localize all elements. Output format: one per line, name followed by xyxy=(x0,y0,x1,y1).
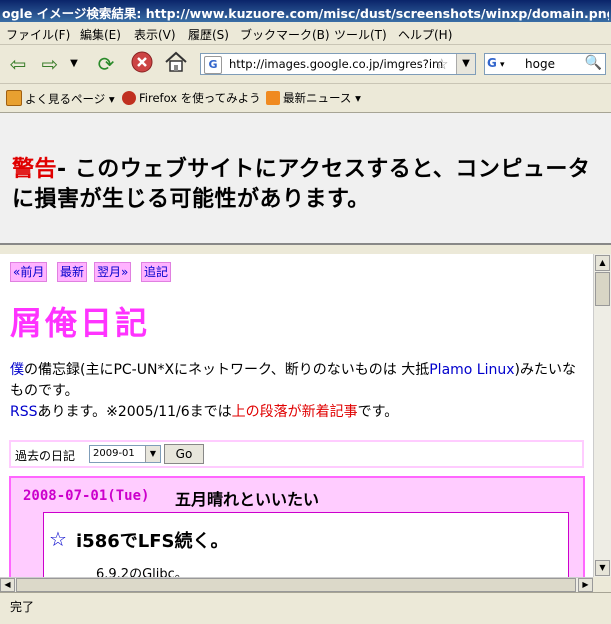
search-input[interactable]: hoge xyxy=(525,57,555,71)
warning-label: 警告 xyxy=(12,157,58,182)
scrollbar-corner xyxy=(593,577,611,592)
menu-help[interactable]: ヘルプ(H) xyxy=(398,26,452,43)
back-button[interactable]: ⇦ xyxy=(4,51,32,77)
vertical-scrollbar[interactable]: ▲ ▼ xyxy=(593,254,611,577)
menu-bar: ファイル(F) 編集(E) 表示(V) 履歴(S) ブックマーク(B) ツール(… xyxy=(0,22,611,45)
menu-edit[interactable]: 編集(E) xyxy=(80,26,121,43)
blog-description: 僕の備忘録(主にPC-UN*Xにネットワーク、断りのないものは 大抵Plamo … xyxy=(10,362,576,420)
site-favicon-icon: G xyxy=(204,56,222,74)
plamo-linux-link[interactable]: Plamo Linux xyxy=(429,362,514,378)
search-engine-icon[interactable]: G ▾ xyxy=(487,56,517,72)
next-month-link[interactable]: 翌月» xyxy=(94,262,132,282)
archive-month-select[interactable]: 2009-01 ▼ xyxy=(89,445,161,463)
warning-banner: 警告- このウェブサイトにアクセスすると、コンピュータに損害が生じる可能性があり… xyxy=(0,113,611,245)
url-text[interactable]: http://images.google.co.jp/imgres?im xyxy=(229,57,449,71)
menu-file[interactable]: ファイル(F) xyxy=(6,26,70,43)
url-dropdown-button[interactable]: ▼ xyxy=(456,54,475,74)
home-button[interactable] xyxy=(162,51,190,77)
entry-date[interactable]: 2008-07-01(Tue) xyxy=(23,488,149,504)
search-box[interactable]: G ▾ hoge 🔍 xyxy=(484,53,606,75)
forward-button[interactable]: ⇨ xyxy=(36,51,64,77)
scroll-up-button[interactable]: ▲ xyxy=(595,255,610,271)
home-icon xyxy=(165,51,187,72)
bookmark-getting-started[interactable]: Firefox を使ってみよう xyxy=(122,90,261,106)
blog-title: 屑俺日記 xyxy=(10,304,151,342)
horizontal-scrollbar[interactable]: ◀ ▶ xyxy=(0,577,593,592)
stop-icon xyxy=(131,51,153,73)
reload-button[interactable]: ⟳ xyxy=(92,51,120,77)
horizontal-scroll-thumb[interactable] xyxy=(16,578,576,592)
scroll-down-button[interactable]: ▼ xyxy=(595,560,610,576)
section-title: i586でLFS続く。 xyxy=(76,531,229,552)
vertical-scroll-thumb[interactable] xyxy=(595,272,610,306)
scroll-right-button[interactable]: ▶ xyxy=(578,578,593,592)
prev-month-link[interactable]: «前月 xyxy=(10,262,48,282)
folder-icon xyxy=(6,90,22,106)
stop-button[interactable] xyxy=(128,51,156,77)
url-bar[interactable]: G http://images.google.co.jp/imgres?im ☆… xyxy=(200,53,476,75)
archive-selector: 過去の日記 2009-01 ▼ Go xyxy=(9,440,584,468)
chevron-down-icon: ▼ xyxy=(145,446,160,462)
scroll-left-button[interactable]: ◀ xyxy=(0,578,15,592)
append-link[interactable]: 追記 xyxy=(141,262,172,282)
new-articles-note: 上の段落が新着記事 xyxy=(231,404,358,420)
bookmarks-toolbar: よく見るページ ▾ Firefox を使ってみよう 最新ニュース ▾ xyxy=(0,84,611,113)
bookmark-most-visited[interactable]: よく見るページ ▾ xyxy=(6,90,115,107)
warning-text: - このウェブサイトにアクセスすると、コンピュータに損害が生じる可能性があります… xyxy=(12,157,591,212)
status-bar: 完了 xyxy=(0,592,611,624)
status-text: 完了 xyxy=(10,600,35,614)
menu-view[interactable]: 表示(V) xyxy=(134,26,176,43)
bookmark-latest-news[interactable]: 最新ニュース ▾ xyxy=(266,90,361,106)
diary-entry: 2008-07-01(Tue) 五月晴れといいたい ☆ i586でLFS続く。 … xyxy=(9,476,585,577)
bookmark-star-icon[interactable]: ☆ xyxy=(435,55,448,73)
menu-tools[interactable]: ツール(T) xyxy=(334,26,387,43)
section-text: 6.9.2のGlibc。 xyxy=(96,567,188,577)
page-content: «前月 最新 翌月» 追記 屑俺日記 僕の備忘録(主にPC-UN*Xにネットワー… xyxy=(0,254,593,577)
menu-bookmarks[interactable]: ブックマーク(B) xyxy=(240,26,330,43)
latest-link[interactable]: 最新 xyxy=(57,262,88,282)
section-star-icon[interactable]: ☆ xyxy=(49,527,67,551)
history-dropdown-button[interactable]: ▼ xyxy=(66,51,82,77)
menu-history[interactable]: 履歴(S) xyxy=(188,26,229,43)
archive-label: 過去の日記 xyxy=(15,449,76,463)
rss-link[interactable]: RSS xyxy=(10,404,38,420)
rss-icon xyxy=(266,91,280,105)
firefox-icon xyxy=(122,91,136,105)
window-title: ogle イメージ検索結果: http://www.kuzuore.com/mi… xyxy=(2,6,609,21)
entry-section: ☆ i586でLFS続く。 6.9.2のGlibc。 xyxy=(43,512,569,577)
navigation-toolbar: ⇦ ⇨ ▼ ⟳ G http://images.google.co.jp/img… xyxy=(0,45,611,84)
boku-link[interactable]: 僕 xyxy=(10,362,24,378)
warning-message: 警告- このウェブサイトにアクセスすると、コンピュータに損害が生じる可能性があり… xyxy=(12,155,608,215)
go-button[interactable]: Go xyxy=(164,444,204,464)
title-bar: ogle イメージ検索結果: http://www.kuzuore.com/mi… xyxy=(0,0,611,22)
search-icon[interactable]: 🔍 xyxy=(585,55,602,71)
entry-title: 五月晴れといいたい xyxy=(175,490,320,509)
